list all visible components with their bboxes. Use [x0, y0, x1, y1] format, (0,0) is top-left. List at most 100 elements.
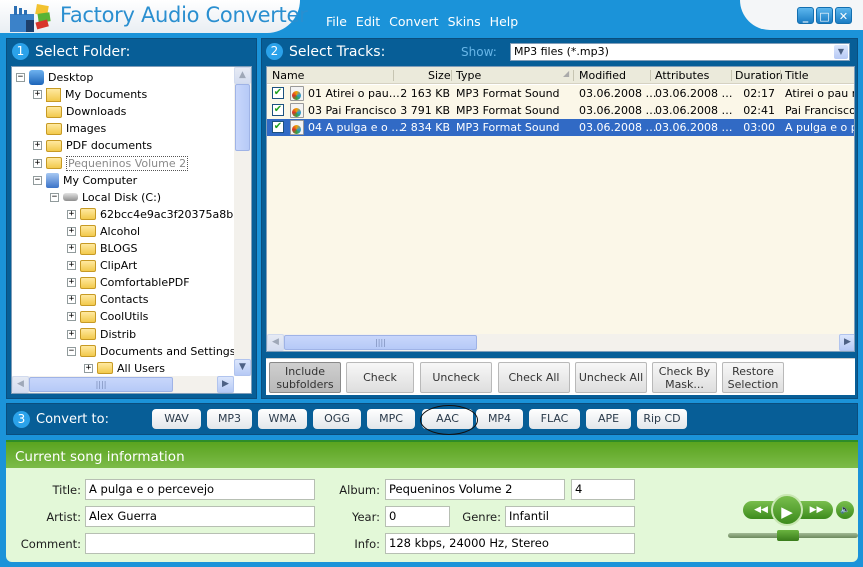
format-button-mpc[interactable]: MPC	[367, 409, 415, 429]
uncheck-button[interactable]: Uncheck	[420, 362, 492, 393]
uncheck-all-button[interactable]: Uncheck All	[575, 362, 647, 393]
collapse-icon[interactable]: −	[33, 175, 42, 185]
format-button-rip-cd[interactable]: Rip CD	[637, 409, 687, 429]
menu-skins[interactable]: Skins	[448, 14, 481, 29]
minimize-button[interactable]: _	[797, 7, 814, 24]
tree-item[interactable]: + ClipArt	[67, 257, 137, 274]
artist-field[interactable]: Alex Guerra	[85, 506, 315, 527]
tree-item[interactable]: + BLOGS	[67, 240, 137, 257]
scrollbar-thumb[interactable]: ||||	[284, 335, 477, 350]
tree-item[interactable]: + Alcohol	[67, 223, 140, 240]
collapse-icon[interactable]: −	[67, 346, 76, 356]
scroll-left-button[interactable]: ◀	[12, 376, 29, 393]
maximize-button[interactable]: □	[816, 7, 833, 24]
expand-icon[interactable]: +	[67, 278, 76, 288]
column-divider[interactable]	[573, 70, 574, 81]
tree-item[interactable]: + All Users	[84, 360, 165, 377]
format-button-wav[interactable]: WAV	[152, 409, 201, 429]
expand-icon[interactable]: +	[84, 363, 93, 373]
format-button-mp3[interactable]: MP3	[207, 409, 252, 429]
folder-tree-vertical-scrollbar[interactable]: ▲ ▼	[234, 67, 251, 376]
column-divider[interactable]	[393, 70, 394, 81]
collapse-icon[interactable]: −	[16, 73, 25, 82]
menu-convert[interactable]: Convert	[389, 14, 438, 29]
track-checkbox[interactable]: ✔	[272, 87, 284, 99]
tree-item[interactable]: +62bcc4e9ac3f20375a8b33	[67, 206, 247, 223]
restore-selection-button[interactable]: Restore Selection	[722, 362, 784, 393]
volume-button[interactable]: 🔈	[836, 501, 854, 519]
fast-forward-button[interactable]: ▶▶	[800, 501, 833, 519]
folder-tree[interactable]: − Desktop + My Documents Downloads Images + PDF…	[11, 66, 252, 394]
tree-item[interactable]: − Desktop	[16, 69, 93, 86]
scroll-right-button[interactable]: ▶	[217, 376, 234, 393]
close-button[interactable]: ✕	[835, 7, 852, 24]
scroll-down-button[interactable]: ▼	[234, 359, 251, 376]
format-button-wma[interactable]: WMA	[258, 409, 307, 429]
file-type-filter-dropdown[interactable]: MP3 files (*.mp3) ▼	[510, 43, 850, 61]
track-list-horizontal-scrollbar[interactable]: ◀ |||| ▶	[267, 334, 854, 351]
column-divider[interactable]	[731, 70, 732, 81]
tree-item[interactable]: + CoolUtils	[67, 308, 148, 325]
tree-item[interactable]: − Local Disk (C:)	[50, 189, 161, 206]
check-all-button[interactable]: Check All	[498, 362, 570, 393]
track-row[interactable]: ✔ 04 A pulga e o … 2 834 KB MP3 Format Soun…	[267, 119, 854, 136]
column-divider[interactable]	[780, 70, 781, 81]
column-modified[interactable]: Modified	[579, 69, 626, 82]
track-number-field[interactable]: 4	[571, 479, 635, 500]
scroll-left-button[interactable]: ◀	[267, 334, 284, 351]
expand-icon[interactable]: +	[67, 329, 76, 339]
tree-item[interactable]: + Distrib	[67, 326, 136, 343]
genre-field[interactable]: Infantil	[505, 506, 635, 527]
tree-item[interactable]: + Pequeninos Volume 2	[33, 155, 189, 172]
comment-field[interactable]	[85, 533, 315, 554]
folder-tree-horizontal-scrollbar[interactable]: ◀ |||| ▶	[12, 376, 234, 393]
scrollbar-thumb[interactable]: ||||	[29, 377, 173, 392]
include-subfolders-toggle[interactable]: Include subfolders	[269, 362, 341, 393]
menu-help[interactable]: Help	[490, 14, 519, 29]
format-button-mp4[interactable]: MP4	[476, 409, 523, 429]
column-type[interactable]: Type	[456, 69, 481, 82]
check-by-mask-button[interactable]: Check By Mask...	[652, 362, 717, 393]
expand-icon[interactable]: +	[67, 261, 76, 271]
scrollbar-thumb[interactable]	[235, 84, 250, 151]
play-button[interactable]: ▶	[771, 494, 803, 526]
track-checkbox[interactable]: ✔	[272, 104, 284, 116]
expand-icon[interactable]: +	[67, 244, 76, 253]
year-field[interactable]: 0	[385, 506, 450, 527]
tree-item[interactable]: Downloads	[33, 103, 126, 120]
column-name[interactable]: Name	[272, 69, 304, 82]
album-field[interactable]: Pequeninos Volume 2	[385, 479, 565, 500]
check-button[interactable]: Check	[346, 362, 414, 393]
expand-icon[interactable]: +	[33, 158, 42, 168]
seek-slider-thumb[interactable]	[776, 530, 799, 541]
tree-item[interactable]: − Documents and Settings	[67, 343, 236, 360]
tree-item[interactable]: − My Computer	[33, 172, 137, 189]
expand-icon[interactable]: +	[67, 295, 76, 305]
title-field[interactable]: A pulga e o percevejo	[85, 479, 315, 500]
expand-icon[interactable]: +	[33, 90, 42, 100]
scroll-up-button[interactable]: ▲	[234, 67, 251, 84]
format-button-ape[interactable]: APE	[586, 409, 631, 429]
tree-item[interactable]: + PDF documents	[33, 137, 152, 154]
column-attributes[interactable]: Attributes	[655, 69, 709, 82]
tree-item[interactable]: + Contacts	[67, 291, 149, 308]
expand-icon[interactable]: +	[67, 209, 76, 219]
expand-icon[interactable]: +	[67, 312, 76, 322]
column-divider[interactable]	[451, 70, 452, 81]
format-button-flac[interactable]: FLAC	[529, 409, 580, 429]
column-duration[interactable]: Duration	[735, 69, 783, 82]
track-row[interactable]: ✔ 03 Pai Francisco 3 791 KB MP3 Format Soun…	[267, 102, 854, 119]
column-size[interactable]: Size	[428, 69, 451, 82]
tree-item[interactable]: + My Documents	[33, 86, 147, 103]
track-row[interactable]: ✔ 01 Atirei o pau… 2 163 KB MP3 Format Soun…	[267, 85, 854, 102]
expand-icon[interactable]: +	[67, 226, 76, 236]
menu-edit[interactable]: Edit	[356, 14, 380, 29]
format-button-ogg[interactable]: OGG	[313, 409, 361, 429]
menu-file[interactable]: File	[326, 14, 347, 29]
column-divider[interactable]	[650, 70, 651, 81]
track-checkbox[interactable]: ✔	[272, 121, 284, 133]
column-title[interactable]: Title	[785, 69, 809, 82]
track-list[interactable]: Name Size Type ◢ Modified Attributes Dur…	[266, 66, 855, 352]
expand-icon[interactable]: +	[33, 141, 42, 151]
tree-item[interactable]: Images	[33, 120, 106, 137]
